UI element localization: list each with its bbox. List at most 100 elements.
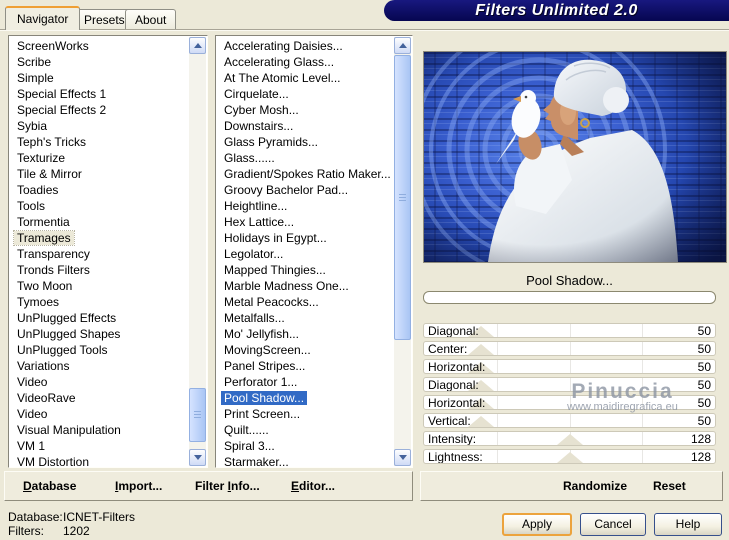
list-item[interactable]: Tymoes <box>14 294 187 310</box>
list-item[interactable]: Accelerating Daisies... <box>221 38 392 54</box>
slider-panel: Diagonal: 50 Center: 50 Horizontal: 50 Diagona… <box>423 323 716 467</box>
slider-thumb[interactable] <box>557 434 584 445</box>
list-item[interactable]: UnPlugged Effects <box>14 310 187 326</box>
slider-value: 50 <box>697 396 711 410</box>
list-item[interactable]: Print Screen... <box>221 406 392 422</box>
category-scrollbar[interactable] <box>189 37 206 466</box>
list-item[interactable]: Legolator... <box>221 246 392 262</box>
list-item[interactable]: Tronds Filters <box>14 262 187 278</box>
slider-tick <box>642 414 644 427</box>
menu-item-import[interactable]: Import... <box>115 472 162 500</box>
list-item-label: Downstairs... <box>224 119 294 133</box>
slider-label: Center: <box>428 342 468 356</box>
list-item[interactable]: Panel Stripes... <box>221 358 392 374</box>
slider-row[interactable]: Horizontal: 50 <box>423 359 716 374</box>
list-item[interactable]: Video <box>14 374 187 390</box>
slider-row[interactable]: Vertical: 50 <box>423 413 716 428</box>
slider-thumb[interactable] <box>468 344 495 355</box>
list-item[interactable]: VideoRave <box>14 390 187 406</box>
slider-row[interactable]: Lightness: 128 <box>423 449 716 464</box>
list-item[interactable]: Variations <box>14 358 187 374</box>
list-item[interactable]: Cirquelate... <box>221 86 392 102</box>
list-item[interactable]: Starmaker... <box>221 454 392 467</box>
randomize-button[interactable]: Randomize <box>563 472 627 500</box>
scrollbar-thumb[interactable] <box>394 55 411 340</box>
list-item-label: Tormentia <box>17 215 70 229</box>
window-title: Filters Unlimited 2.0 <box>475 1 638 19</box>
list-item[interactable]: Tramages <box>13 230 187 246</box>
category-list[interactable]: ScreenWorks Scribe Simple Special Effects 1… <box>8 35 208 468</box>
list-item[interactable]: MovingScreen... <box>221 342 392 358</box>
list-item[interactable]: Hex Lattice... <box>221 214 392 230</box>
scroll-up-button[interactable] <box>189 37 206 54</box>
list-item[interactable]: Quilt...... <box>221 422 392 438</box>
slider-row[interactable]: Diagonal: 50 <box>423 377 716 392</box>
list-item[interactable]: Special Effects 2 <box>14 102 187 118</box>
menu-item-filter-info[interactable]: Filter Info... <box>195 472 260 500</box>
list-item[interactable]: Perforator 1... <box>221 374 392 390</box>
list-item[interactable]: Holidays in Egypt... <box>221 230 392 246</box>
list-item[interactable]: Groovy Bachelor Pad... <box>221 182 392 198</box>
list-item[interactable]: UnPlugged Tools <box>14 342 187 358</box>
list-item[interactable]: Tormentia <box>14 214 187 230</box>
list-item-label: Marble Madness One... <box>224 279 349 293</box>
list-item[interactable]: VM Distortion <box>14 454 187 467</box>
list-item[interactable]: Teph's Tricks <box>14 134 187 150</box>
filter-scrollbar[interactable] <box>394 37 411 466</box>
list-item[interactable]: Transparency <box>14 246 187 262</box>
list-item[interactable]: Cyber Mosh... <box>221 102 392 118</box>
list-item[interactable]: Mapped Thingies... <box>221 262 392 278</box>
list-item[interactable]: Simple <box>14 70 187 86</box>
list-item[interactable]: Glass...... <box>221 150 392 166</box>
list-item[interactable]: Metal Peacocks... <box>221 294 392 310</box>
cancel-button[interactable]: Cancel <box>580 513 646 536</box>
list-item[interactable]: Glass Pyramids... <box>221 134 392 150</box>
scroll-up-button[interactable] <box>394 37 411 54</box>
list-item[interactable]: Spiral 3... <box>221 438 392 454</box>
list-item[interactable]: UnPlugged Shapes <box>14 326 187 342</box>
list-item[interactable]: VM 1 <box>14 438 187 454</box>
list-item[interactable]: Visual Manipulation <box>14 422 187 438</box>
list-item[interactable]: Accelerating Glass... <box>221 54 392 70</box>
filter-list[interactable]: Accelerating Daisies... Accelerating Glas… <box>215 35 413 468</box>
list-item[interactable]: Tile & Mirror <box>14 166 187 182</box>
scroll-down-button[interactable] <box>189 449 206 466</box>
list-item[interactable]: Marble Madness One... <box>221 278 392 294</box>
list-item-label: Accelerating Glass... <box>224 55 335 69</box>
list-item[interactable]: Texturize <box>14 150 187 166</box>
list-item[interactable]: Scribe <box>14 54 187 70</box>
tab-navigator[interactable]: Navigator <box>5 6 81 30</box>
tab-about[interactable]: About <box>125 9 177 30</box>
list-item-label: Scribe <box>17 55 52 69</box>
list-item-label: Gradient/Spokes Ratio Maker... <box>224 167 391 181</box>
list-item[interactable]: ScreenWorks <box>14 38 187 54</box>
list-item[interactable]: Pool Shadow... <box>221 390 392 406</box>
scrollbar-thumb[interactable] <box>189 388 206 442</box>
scroll-down-button[interactable] <box>394 449 411 466</box>
list-item-label: Two Moon <box>17 279 73 293</box>
apply-button[interactable]: Apply <box>502 513 572 536</box>
slider-row[interactable]: Horizontal: 50 <box>423 395 716 410</box>
slider-thumb[interactable] <box>557 452 584 463</box>
list-item[interactable]: Heightline... <box>221 198 392 214</box>
menu-item-editor[interactable]: Editor... <box>291 472 335 500</box>
list-item[interactable]: Downstairs... <box>221 118 392 134</box>
list-item[interactable]: Tools <box>14 198 187 214</box>
slider-row[interactable]: Center: 50 <box>423 341 716 356</box>
menu-item-database[interactable]: Database <box>23 472 76 500</box>
list-item[interactable]: Two Moon <box>14 278 187 294</box>
slider-row[interactable]: Diagonal: 50 <box>423 323 716 338</box>
reset-button[interactable]: Reset <box>653 472 686 500</box>
help-button[interactable]: Help <box>654 513 722 536</box>
slider-tick <box>642 324 644 337</box>
list-item[interactable]: Sybia <box>14 118 187 134</box>
list-item[interactable]: Gradient/Spokes Ratio Maker... <box>221 166 392 182</box>
slider-thumb[interactable] <box>468 416 495 427</box>
list-item[interactable]: Mo' Jellyfish... <box>221 326 392 342</box>
list-item[interactable]: Video <box>14 406 187 422</box>
slider-row[interactable]: Intensity: 128 <box>423 431 716 446</box>
list-item[interactable]: Metalfalls... <box>221 310 392 326</box>
list-item[interactable]: Special Effects 1 <box>14 86 187 102</box>
list-item[interactable]: Toadies <box>14 182 187 198</box>
list-item[interactable]: At The Atomic Level... <box>221 70 392 86</box>
